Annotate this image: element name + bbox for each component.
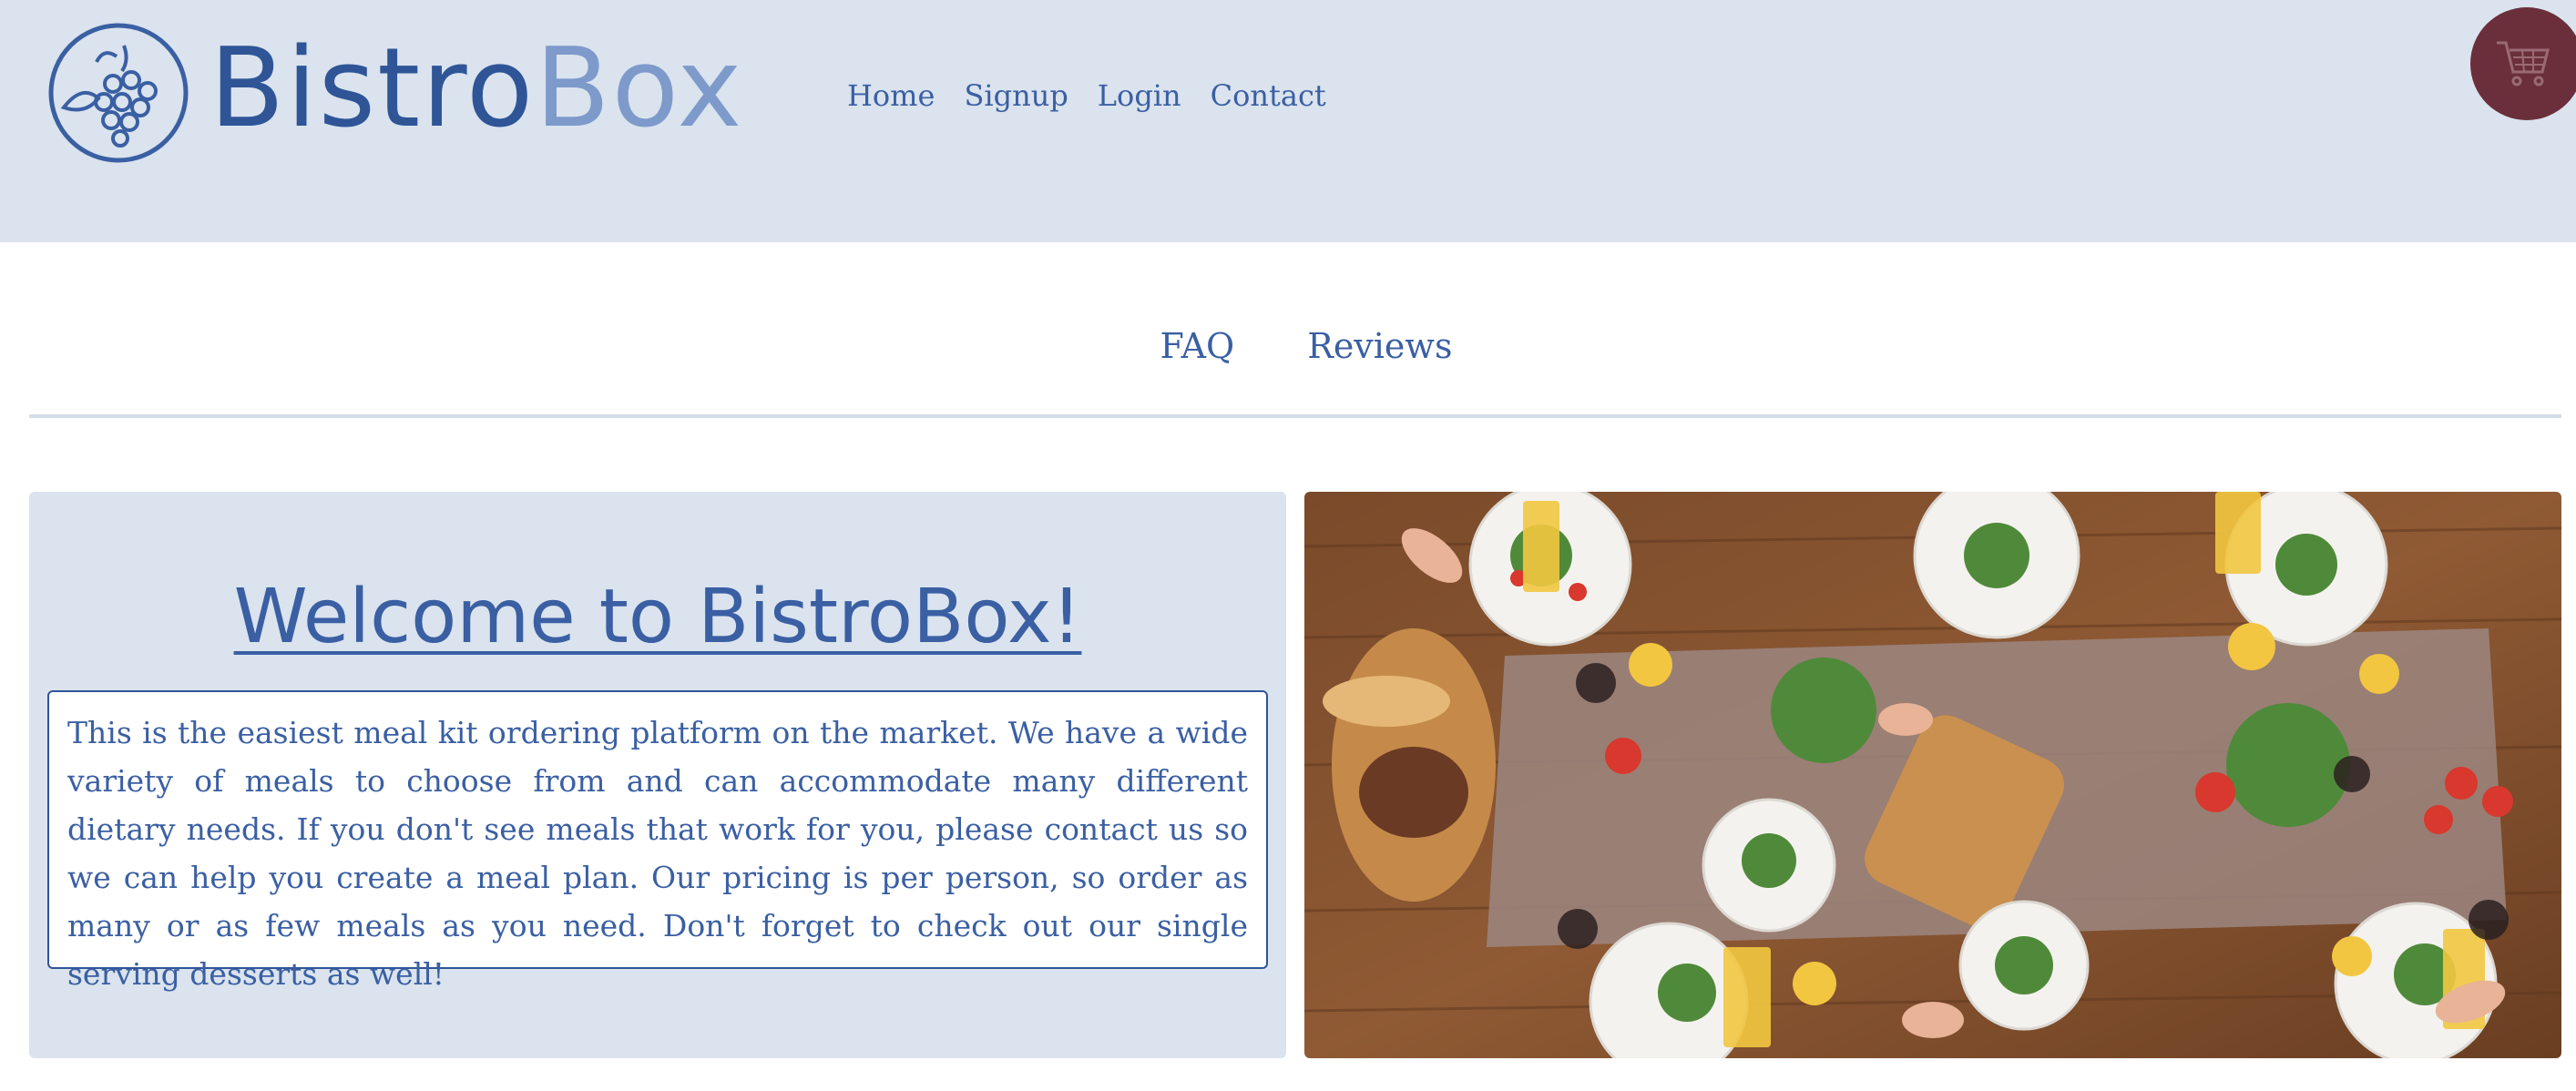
welcome-description-box: This is the easiest meal kit ordering pl… — [47, 690, 1268, 992]
hero-food-image — [1304, 492, 2561, 1058]
welcome-card: Welcome to BistroBox! This is the easies… — [29, 492, 1286, 1058]
main-nav: Home Signup Login Contact — [847, 78, 1326, 113]
sub-nav: FAQ Reviews — [0, 326, 2576, 366]
faq-link[interactable]: FAQ — [1160, 326, 1235, 366]
brand-name-part1: Bistro — [210, 25, 536, 152]
nav-home-link[interactable]: Home — [847, 78, 935, 113]
divider — [29, 414, 2561, 418]
header: BistroBox Home Signup Login Contact — [0, 0, 2576, 242]
welcome-title[interactable]: Welcome to BistroBox! — [29, 574, 1286, 660]
reviews-link[interactable]: Reviews — [1307, 326, 1452, 366]
nav-signup-link[interactable]: Signup — [964, 78, 1068, 113]
brand-name-part2: Box — [535, 25, 744, 152]
brand-name[interactable]: BistroBox — [210, 25, 743, 153]
welcome-description: This is the easiest meal kit ordering pl… — [67, 715, 1248, 992]
shopping-cart-icon — [2497, 41, 2550, 87]
nav-login-link[interactable]: Login — [1098, 78, 1181, 113]
nav-contact-link[interactable]: Contact — [1211, 78, 1326, 113]
cart-button[interactable] — [2470, 7, 2576, 120]
grapes-circle-icon[interactable] — [46, 20, 191, 166]
